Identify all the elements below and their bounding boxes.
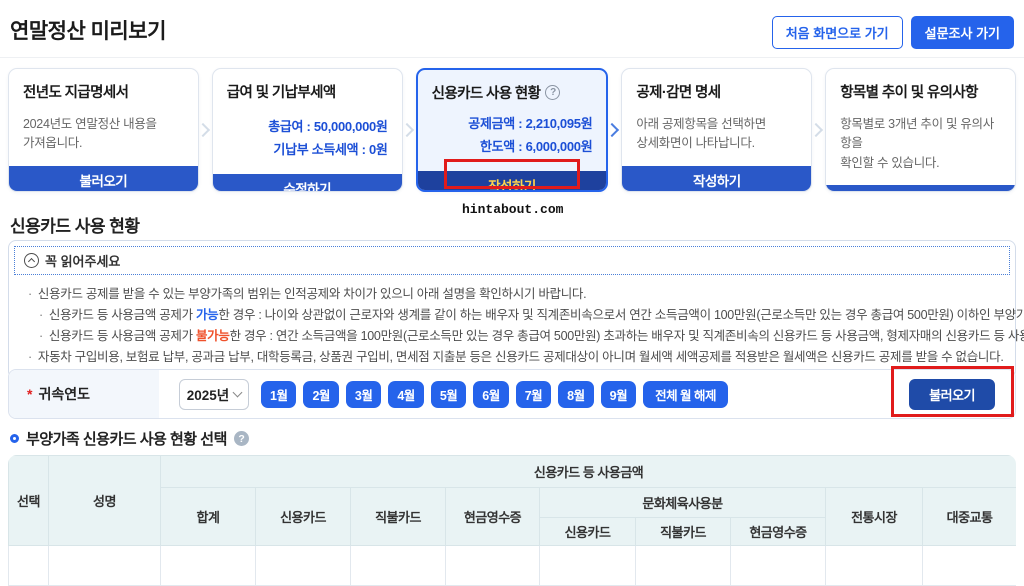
go-survey-button[interactable]: 설문조사 가기	[910, 16, 1014, 49]
clear-all-months-button[interactable]: 전체 월 해제	[643, 380, 729, 408]
step-arrow-icon	[809, 68, 825, 192]
table-cell	[445, 545, 540, 586]
step-card-title: 항목별 추이 및 유의사항	[840, 85, 978, 101]
view-trend-button[interactable]: 조회하기	[826, 185, 1015, 191]
month-button[interactable]: 3월	[345, 380, 382, 408]
step-card-trend: 항목별 추이 및 유의사항 항목별로 3개년 추이 및 유의사항을 확인할 수 있…	[825, 68, 1016, 192]
watermark: hintabout.com	[462, 202, 564, 217]
step-card-values: 공제금액 : 2,210,095원 한도액 : 6,000,000원	[468, 116, 593, 154]
month-button[interactable]: 5월	[430, 380, 467, 408]
write-credit-usage-button[interactable]: 작성하기	[417, 170, 607, 190]
step-arrow-icon	[195, 68, 212, 192]
month-button[interactable]: 2월	[303, 380, 339, 408]
page-title: 연말정산 미리보기	[10, 20, 166, 43]
month-button[interactable]: 4월	[388, 380, 424, 408]
col-header-culture-debit: 직불카드	[635, 517, 731, 546]
year-label: * 귀속연도	[9, 370, 159, 418]
page-header: 연말정산 미리보기 처음 화면으로 가기 설문조사 가기	[0, 0, 1024, 58]
col-header-transit: 대중교통	[921, 487, 1016, 546]
month-button[interactable]: 6월	[473, 380, 509, 408]
edit-salary-button[interactable]: 수정하기	[212, 173, 402, 191]
table-cell	[921, 545, 1016, 586]
required-asterisk-icon: *	[27, 386, 33, 402]
table-cell	[730, 545, 826, 586]
table-cell	[635, 545, 731, 586]
step-arrow-icon	[605, 68, 621, 192]
notice-line: · 신용카드 등 사용금액 공제가 불가능한 경우 : 연간 소득금액을 100만…	[39, 329, 1024, 343]
table-cell	[160, 545, 256, 586]
go-first-screen-button[interactable]: 처음 화면으로 가기	[771, 16, 903, 49]
load-usage-button[interactable]: 불러오기	[909, 379, 995, 410]
col-header-select: 선택	[8, 455, 49, 546]
possible-highlight: 가능	[195, 308, 219, 322]
step-card-desc: 항목별로 3개년 추이 및 유의사항을 확인할 수 있습니다.	[840, 117, 994, 170]
table-row	[8, 545, 1016, 586]
notice-header-label: 꼭 읽어주세요	[45, 254, 121, 269]
collapse-icon	[24, 253, 39, 268]
col-header-market: 전통시장	[825, 487, 923, 546]
table-cell	[539, 545, 636, 586]
step-card-title: 신용카드 사용 현황 ?	[432, 82, 593, 103]
step-card-salary-tax: 급여 및 기납부세액 총급여 : 50,000,000원 기납부 소득세액 : 0…	[211, 68, 403, 192]
table-cell	[255, 545, 351, 586]
col-header-culture-credit: 신용카드	[539, 517, 636, 546]
col-header-cash: 현금영수증	[445, 487, 540, 546]
month-button[interactable]: 9월	[600, 380, 637, 408]
notice-line: · 자동차 구입비용, 보험료 납부, 공과금 납부, 대학등록금, 상품권 구입…	[28, 350, 1004, 364]
step-card-credit-usage: 신용카드 사용 현황 ? 공제금액 : 2,210,095원 한도액 : 6,00…	[415, 68, 609, 192]
table-cell	[8, 545, 49, 586]
filter-bar: * 귀속연도 2025년 1월 2월 3월 4월 5월 6월 7월 8월 9월 전체 월 해제 불…	[8, 369, 1016, 419]
col-header-credit: 신용카드	[255, 487, 351, 546]
bullet-ring-icon	[10, 434, 19, 443]
col-header-debit: 직불카드	[350, 487, 446, 546]
month-button[interactable]: 7월	[515, 380, 552, 408]
month-button[interactable]: 1월	[261, 380, 297, 408]
col-header-total: 합계	[160, 487, 256, 546]
table-cell	[825, 545, 923, 586]
step-card-prev-statement: 전년도 지급명세서 2024년도 연말정산 내용을 가져옵니다. 불러오기	[8, 68, 199, 192]
write-deduction-button[interactable]: 작성하기	[622, 165, 812, 191]
header-buttons: 처음 화면으로 가기 설문조사 가기	[771, 16, 1014, 49]
step-card-desc: 아래 공제항목을 선택하면 상세화면이 나타납니다.	[636, 117, 766, 151]
notice-list: · 신용카드 공제를 받을 수 있는 부양가족의 범위는 인적공제와 차이가 있으…	[14, 275, 1024, 368]
table-cell	[48, 545, 161, 586]
step-card-values: 총급여 : 50,000,000원 기납부 소득세액 : 0원	[268, 119, 388, 157]
col-header-name: 성명	[48, 455, 161, 546]
family-usage-table: 선택 성명 신용카드 등 사용금액 합계 신용카드 직불카드 현금영수증 문화체…	[8, 455, 1016, 586]
step-card-title: 공제·감면 명세	[636, 85, 721, 101]
col-group-culture: 문화체육사용분	[539, 487, 826, 518]
help-icon[interactable]: ?	[545, 85, 561, 100]
impossible-highlight: 불가능	[195, 329, 230, 343]
year-select[interactable]: 2025년	[179, 378, 249, 410]
col-group-usage: 신용카드 등 사용금액	[159, 455, 1016, 488]
month-button[interactable]: 8월	[558, 380, 594, 408]
col-header-culture-cash: 현금영수증	[730, 517, 826, 546]
step-card-title: 전년도 지급명세서	[23, 85, 129, 101]
step-arrow-icon	[399, 68, 416, 192]
notice-line: · 신용카드 공제를 받을 수 있는 부양가족의 범위는 인적공제와 차이가 있으…	[28, 287, 587, 301]
month-buttons: 1월 2월 3월 4월 5월 6월 7월 8월 9월 전체 월 해제	[261, 380, 729, 408]
notice-line: · 신용카드 등 사용금액 공제가 가능한 경우 : 나이와 상관없이 근로자와 …	[39, 308, 1024, 322]
step-card-desc: 2024년도 연말정산 내용을 가져옵니다.	[23, 117, 157, 151]
chevron-down-icon	[232, 387, 243, 398]
notice-box: 꼭 읽어주세요 · 신용카드 공제를 받을 수 있는 부양가족의 범위는 인적공제…	[8, 240, 1024, 379]
help-icon[interactable]: ?	[233, 431, 249, 446]
notice-header[interactable]: 꼭 읽어주세요	[14, 246, 1010, 275]
load-prev-statement-button[interactable]: 불러오기	[9, 165, 198, 191]
step-card-title: 급여 및 기납부세액	[226, 85, 336, 101]
section-title-family-select: 부양가족 신용카드 사용 현황 선택 ?	[10, 428, 249, 449]
section-title-credit-usage: 신용카드 사용 현황	[10, 217, 140, 236]
step-card-deduction: 공제·감면 명세 아래 공제항목을 선택하면 상세화면이 나타납니다. 작성하기	[621, 68, 813, 192]
table-cell	[350, 545, 446, 586]
step-cards: 전년도 지급명세서 2024년도 연말정산 내용을 가져옵니다. 불러오기 급여 …	[8, 68, 1016, 192]
